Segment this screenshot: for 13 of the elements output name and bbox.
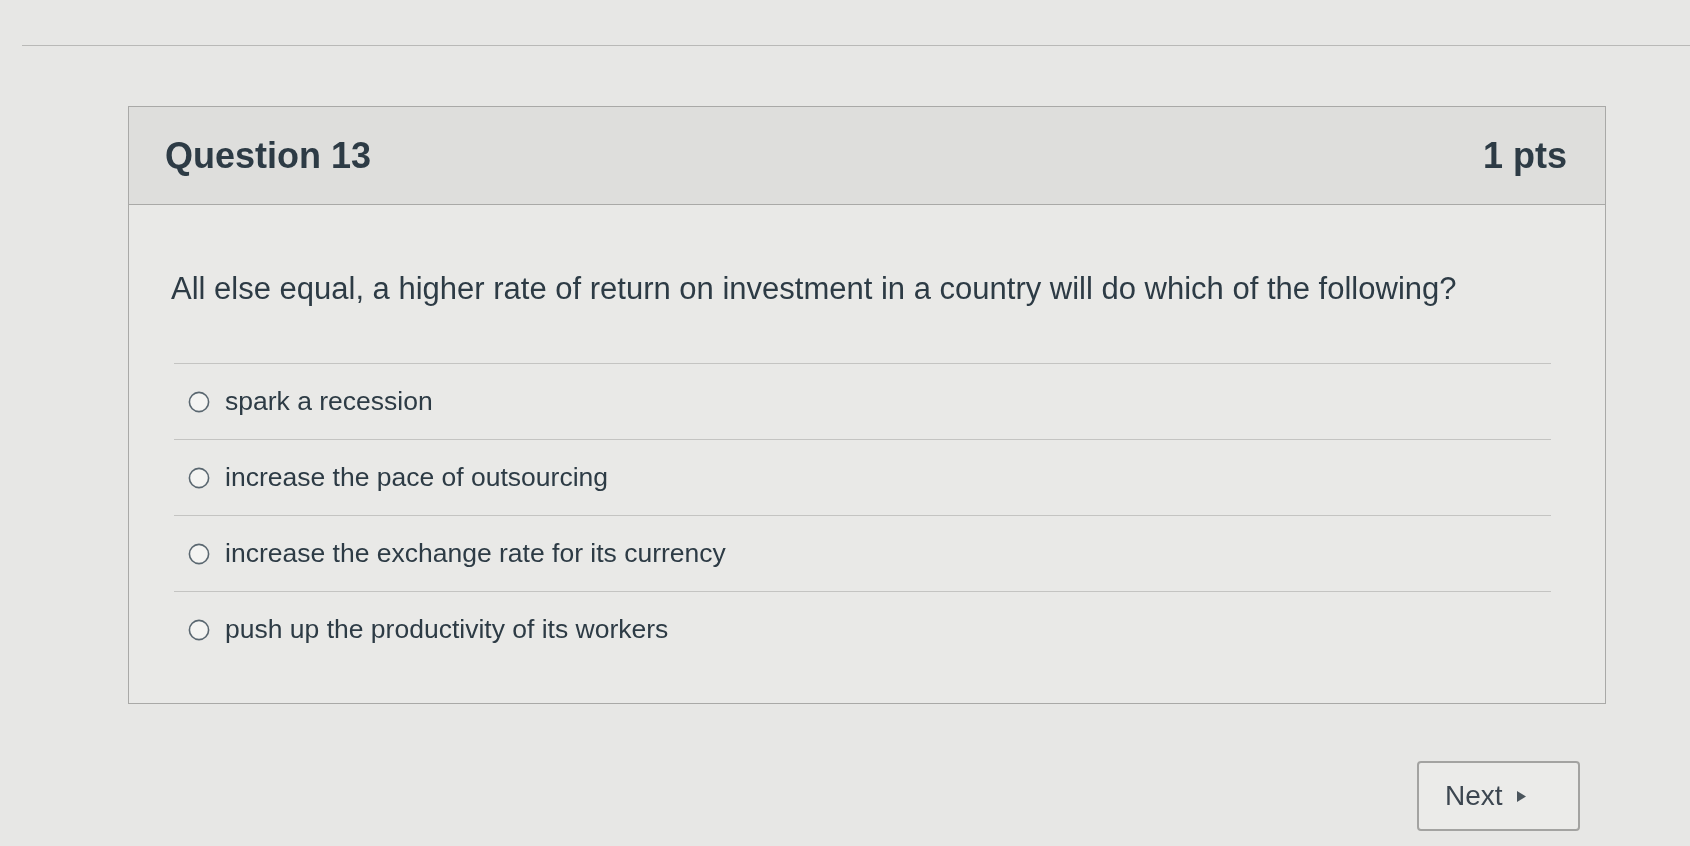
answer-option-label[interactable]: push up the productivity of its workers <box>225 614 669 645</box>
caret-right-icon <box>1516 790 1526 802</box>
answer-option-label[interactable]: spark a recession <box>225 386 433 417</box>
points-label: 1 pts <box>1482 134 1567 177</box>
answer-option-label[interactable]: increase the pace of outsourcing <box>225 462 609 493</box>
question-title: Question 13 <box>165 134 372 177</box>
question-text: All else equal, a higher rate of return on investment in a country will do which of the following? <box>171 271 1458 307</box>
radio-button[interactable] <box>188 466 210 489</box>
answer-option-label[interactable]: increase the exchange rate for its currency <box>225 538 726 569</box>
radio-button[interactable] <box>188 390 210 413</box>
next-button[interactable]: Next <box>1417 761 1580 831</box>
radio-button[interactable] <box>188 618 210 641</box>
radio-button[interactable] <box>188 542 210 565</box>
